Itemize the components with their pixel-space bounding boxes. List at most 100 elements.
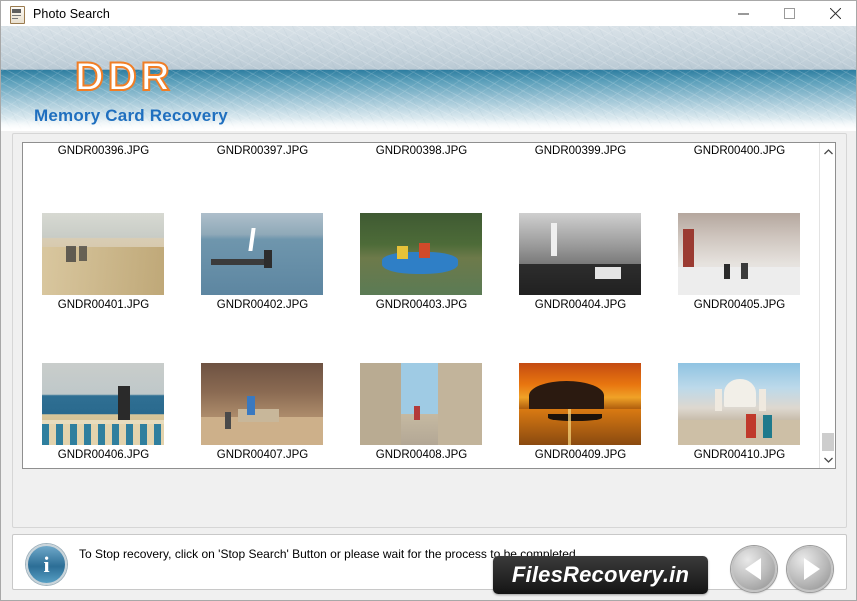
- thumbnail-row: GNDR00406.JPG GNDR00407.JPG GNDR00408.JPG G…: [23, 317, 820, 467]
- close-button[interactable]: [812, 1, 856, 26]
- thumbnail-detail: [413, 405, 420, 421]
- thumbnail-caption: GNDR00409.JPG: [534, 449, 627, 461]
- thumbnail-caption: GNDR00398.JPG: [375, 145, 468, 157]
- minimize-icon: [737, 13, 749, 15]
- thumbnail-detail: [210, 258, 265, 265]
- arrow-left-icon: [744, 558, 761, 580]
- thumbnail-caption: GNDR00402.JPG: [216, 299, 309, 311]
- thumbnail-detail: [401, 363, 439, 414]
- thumbnail-detail: [42, 247, 164, 295]
- thumbnail-detail: [78, 245, 88, 262]
- thumbnail-image[interactable]: [360, 363, 482, 445]
- minimize-button[interactable]: [720, 1, 766, 26]
- scroll-up-button[interactable]: [820, 143, 835, 160]
- thumbnail-detail: [567, 408, 572, 445]
- thumbnail-panel[interactable]: GNDR00396.JPG GNDR00397.JPG GNDR00398.JPG G…: [22, 142, 836, 469]
- results-groupbox: GNDR00396.JPG GNDR00397.JPG GNDR00398.JPG G…: [12, 133, 847, 528]
- thumbnail-caption: GNDR00396.JPG: [57, 145, 150, 157]
- thumbnail-cell[interactable]: GNDR00401.JPG: [29, 167, 178, 317]
- thumbnail-detail: [117, 385, 130, 423]
- thumbnail-image[interactable]: [678, 363, 800, 445]
- thumbnail-cell[interactable]: GNDR00399.JPG: [506, 143, 655, 167]
- thumbnail-image[interactable]: [678, 213, 800, 295]
- watermark: FilesRecovery.in: [493, 556, 708, 594]
- thumbnail-cell[interactable]: GNDR00400.JPG: [665, 143, 814, 167]
- thumbnail-caption: GNDR00407.JPG: [216, 449, 309, 461]
- arrow-right-icon: [803, 558, 820, 580]
- memory-card-icon: [9, 5, 25, 24]
- ddr-logo: DDR: [74, 54, 174, 100]
- previous-button[interactable]: [731, 546, 777, 592]
- thumbnail-detail: [741, 263, 748, 279]
- thumbnail-caption: GNDR00410.JPG: [693, 449, 786, 461]
- thumbnail-detail: [360, 363, 402, 445]
- app-banner: DDR Memory Card Recovery: [1, 26, 856, 131]
- thumbnail-detail: [519, 263, 641, 295]
- thumbnail-row: GNDR00396.JPG GNDR00397.JPG GNDR00398.JPG G…: [23, 143, 820, 167]
- thumbnail-cell[interactable]: GNDR00408.JPG: [347, 317, 496, 467]
- thumbnail-detail: [724, 379, 757, 408]
- thumbnail-caption: GNDR00408.JPG: [375, 449, 468, 461]
- maximize-button[interactable]: [766, 1, 812, 26]
- next-button[interactable]: [787, 546, 833, 592]
- thumbnail-caption: GNDR00401.JPG: [57, 299, 150, 311]
- thumbnail-detail: [438, 363, 482, 445]
- thumbnail-detail: [237, 408, 280, 423]
- thumbnail-detail: [42, 420, 164, 425]
- maximize-icon: [783, 8, 795, 19]
- thumbnail-cell[interactable]: GNDR00396.JPG: [29, 143, 178, 167]
- thumbnail-detail: [594, 267, 622, 279]
- thumbnail-caption: GNDR00404.JPG: [534, 299, 627, 311]
- app-subtitle: Memory Card Recovery: [34, 106, 228, 125]
- thumbnail-detail: [528, 381, 605, 411]
- chevron-down-icon: [823, 457, 833, 463]
- thumbnail-detail: [247, 395, 255, 416]
- thumbnail-image[interactable]: [42, 363, 164, 445]
- thumbnail-detail: [550, 222, 557, 256]
- thumbnail-image[interactable]: [519, 363, 641, 445]
- thumbnail-cell[interactable]: GNDR00398.JPG: [347, 143, 496, 167]
- thumbnail-detail: [746, 413, 757, 439]
- thumbnail-detail: [248, 227, 256, 251]
- title-bar: Photo Search: [1, 1, 856, 27]
- thumbnail-row: GNDR00401.JPG GNDR00402.JPG GNDR00403.JPG G…: [23, 167, 820, 317]
- thumbnail-caption: GNDR00403.JPG: [375, 299, 468, 311]
- thumbnail-detail: [678, 420, 800, 445]
- thumbnail-detail: [418, 243, 430, 259]
- thumbnail-image[interactable]: [201, 363, 323, 445]
- thumbnail-image[interactable]: [201, 213, 323, 295]
- thumbnail-scrollbar[interactable]: [819, 143, 835, 468]
- thumbnail-cell[interactable]: GNDR00405.JPG: [665, 167, 814, 317]
- scroll-down-button[interactable]: [820, 451, 835, 468]
- photo-search-window: Photo Search DDR Memory Card Recovery GN…: [0, 0, 857, 601]
- thumbnail-cell[interactable]: GNDR00406.JPG: [29, 317, 178, 467]
- info-icon: i: [26, 544, 67, 585]
- thumbnail-cell[interactable]: GNDR00404.JPG: [506, 167, 655, 317]
- thumbnail-image[interactable]: [360, 213, 482, 295]
- watermark-text: FilesRecovery.in: [511, 562, 690, 587]
- window-title: Photo Search: [33, 6, 110, 21]
- thumbnail-detail: [548, 413, 602, 422]
- thumbnail-detail: [225, 412, 232, 429]
- thumbnail-caption: GNDR00406.JPG: [57, 449, 150, 461]
- thumbnail-detail: [42, 422, 164, 445]
- thumbnail-cell[interactable]: GNDR00407.JPG: [188, 317, 337, 467]
- thumbnail-detail: [678, 267, 800, 295]
- window-controls: [720, 1, 856, 26]
- thumbnail-image[interactable]: [42, 213, 164, 295]
- close-icon: [829, 8, 841, 19]
- thumbnail-grid: GNDR00396.JPG GNDR00397.JPG GNDR00398.JPG G…: [23, 143, 820, 468]
- thumbnail-detail: [66, 245, 77, 263]
- thumbnail-cell[interactable]: GNDR00409.JPG: [506, 317, 655, 467]
- thumbnail-caption: GNDR00400.JPG: [693, 145, 786, 157]
- thumbnail-cell[interactable]: GNDR00402.JPG: [188, 167, 337, 317]
- thumbnail-detail: [763, 415, 772, 439]
- status-bar: i To Stop recovery, click on 'Stop Searc…: [12, 534, 847, 590]
- thumbnail-cell[interactable]: GNDR00397.JPG: [188, 143, 337, 167]
- thumbnail-caption: GNDR00397.JPG: [216, 145, 309, 157]
- thumbnail-detail: [714, 389, 722, 411]
- thumbnail-cell[interactable]: GNDR00403.JPG: [347, 167, 496, 317]
- thumbnail-image[interactable]: [519, 213, 641, 295]
- thumbnail-caption: GNDR00405.JPG: [693, 299, 786, 311]
- thumbnail-cell[interactable]: GNDR00410.JPG: [665, 317, 814, 467]
